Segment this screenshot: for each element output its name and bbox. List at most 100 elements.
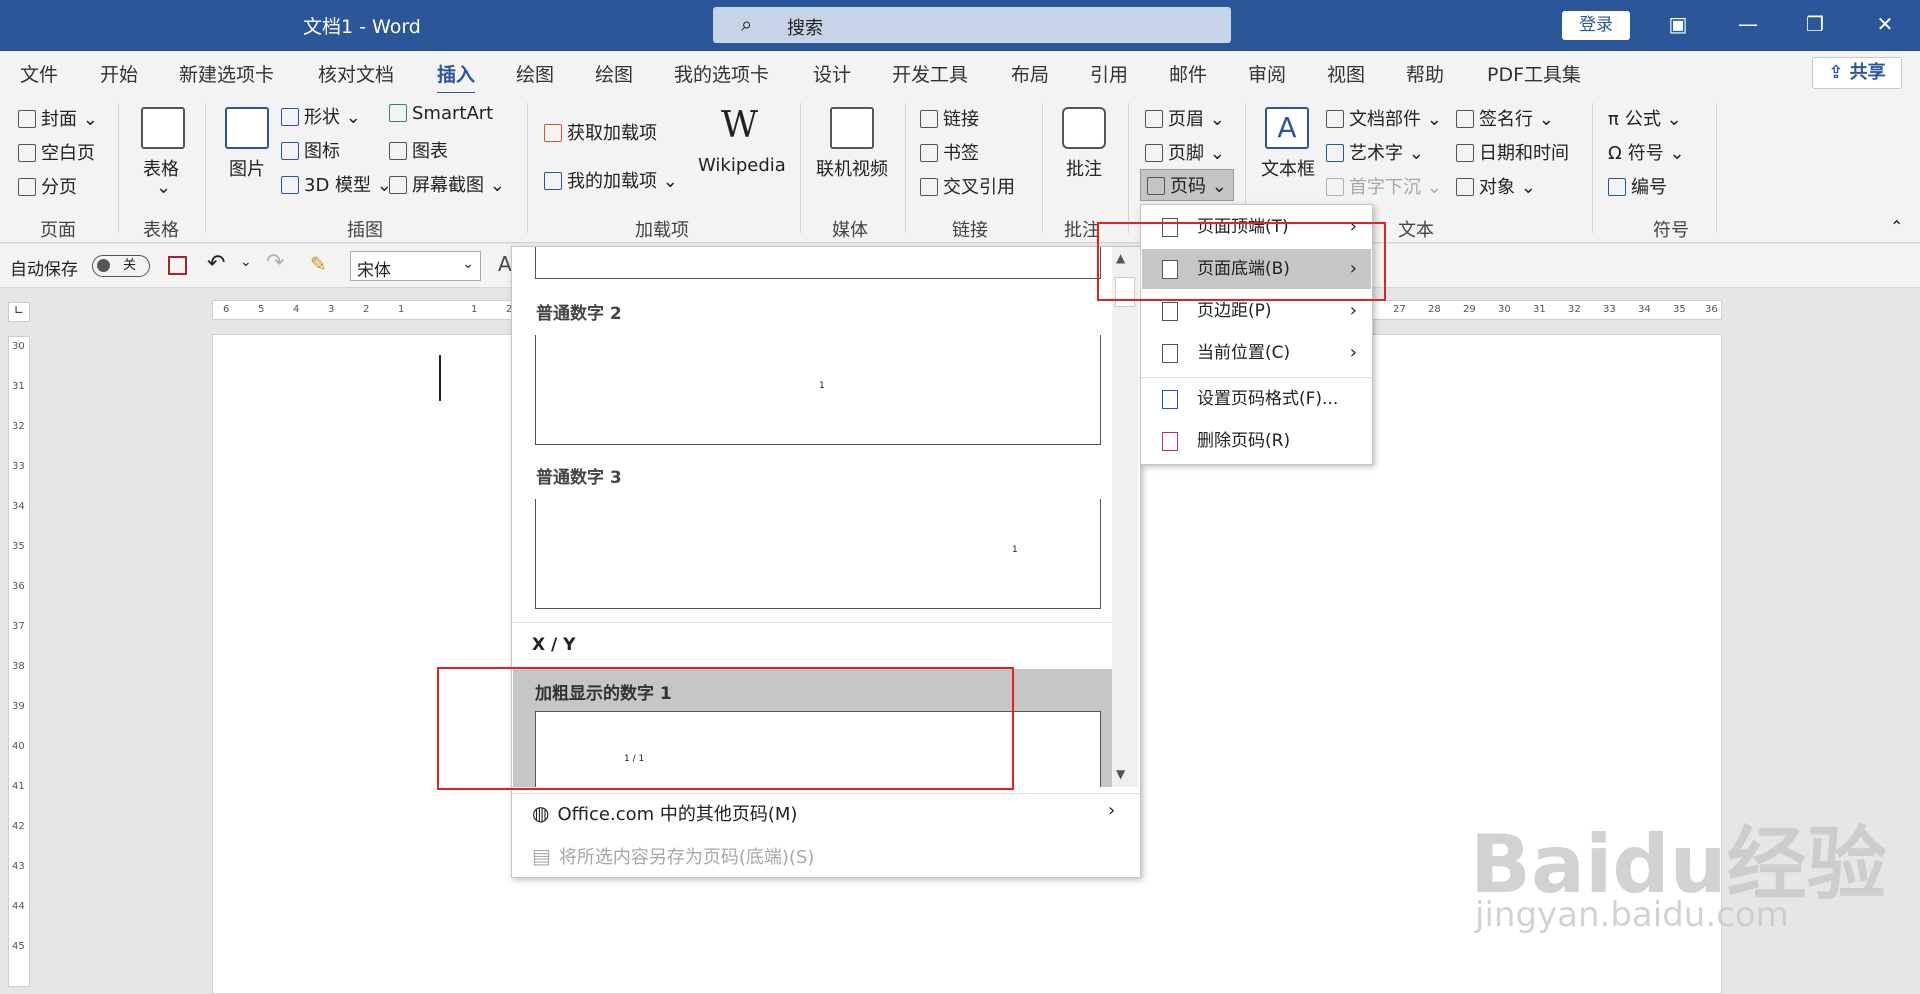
window-title: 文档1 - Word <box>303 16 421 38</box>
undo-icon[interactable]: ↶ <box>207 251 225 276</box>
menu-item-current-position[interactable]: 当前位置(C) › <box>1142 333 1371 373</box>
thumb-number: 1 <box>1012 545 1018 555</box>
collapse-ribbon-icon[interactable]: ⌃ <box>1890 217 1903 236</box>
comment-button[interactable]: 批注 <box>1066 155 1102 181</box>
minimize-icon[interactable]: — <box>1718 0 1778 51</box>
online-video-button[interactable]: 联机视频 <box>816 155 888 181</box>
textbox-button[interactable]: 文本框 <box>1261 155 1315 181</box>
gallery-scrollbar[interactable]: ▲ ▼ <box>1112 247 1138 787</box>
bookmark-icon <box>920 144 938 162</box>
ruler-number: 39 <box>12 701 25 712</box>
smartart-button[interactable]: SmartArt <box>389 103 493 124</box>
footer-button[interactable]: 页脚 ⌄ <box>1145 139 1225 165</box>
ribbon-display-options-icon[interactable]: ▣ <box>1648 0 1708 51</box>
ruler-number: 44 <box>12 901 25 912</box>
ruler-number: 35 <box>12 541 25 552</box>
autosave-toggle[interactable]: 关 <box>92 255 150 277</box>
tab-home[interactable]: 开始 <box>100 60 138 87</box>
format-painter-icon[interactable]: ✎ <box>310 252 327 276</box>
redo-icon[interactable]: ↷ <box>266 250 284 275</box>
remove-page-number-icon <box>1162 432 1178 451</box>
get-addins-button[interactable]: 获取加载项 <box>544 119 657 145</box>
shapes-button[interactable]: 形状 ⌄ <box>281 103 361 129</box>
signature-line-button[interactable]: 签名行 ⌄ <box>1456 105 1554 131</box>
ruler-number: 40 <box>12 741 25 752</box>
date-time-button[interactable]: 日期和时间 <box>1456 139 1569 165</box>
equation-button[interactable]: π 公式 ⌄ <box>1608 105 1682 131</box>
page-break-button[interactable]: 分页 <box>18 173 77 199</box>
tab-proofdoc[interactable]: 核对文档 <box>318 60 394 87</box>
tab-developer[interactable]: 开发工具 <box>892 60 968 87</box>
gallery-thumb-partial[interactable] <box>535 247 1101 279</box>
picture-button[interactable]: 图片 <box>229 155 265 181</box>
chart-button[interactable]: 图表 <box>389 137 448 163</box>
tab-stop-selector[interactable]: ∟ <box>8 302 30 322</box>
omega-icon: Ω <box>1608 143 1622 164</box>
tab-draw-1[interactable]: 绘图 <box>516 60 554 87</box>
page-number-button[interactable]: 页码 ⌄ <box>1140 169 1234 201</box>
save-icon[interactable] <box>168 256 187 275</box>
tab-file[interactable]: 文件 <box>20 60 58 87</box>
tab-layout[interactable]: 布局 <box>1011 60 1049 87</box>
header-button[interactable]: 页眉 ⌄ <box>1145 105 1225 131</box>
menu-item-format-page-numbers[interactable]: 设置页码格式(F)... <box>1142 379 1371 419</box>
font-name-value: 宋体 <box>357 261 391 281</box>
tab-design[interactable]: 设计 <box>813 60 851 87</box>
globe-icon: ◍ <box>532 801 550 825</box>
font-name-select[interactable]: 宋体 ⌄ <box>350 251 481 281</box>
tab-pdf[interactable]: PDF工具集 <box>1487 60 1581 87</box>
office-more-page-numbers[interactable]: ◍ Office.com 中的其他页码(M) <box>532 800 797 826</box>
tab-insert[interactable]: 插入 <box>437 60 476 95</box>
dropcap-label: 首字下沉 <box>1349 177 1421 198</box>
cross-reference-button[interactable]: 交叉引用 <box>920 173 1015 199</box>
object-button[interactable]: 对象 ⌄ <box>1456 173 1536 199</box>
tab-mytab[interactable]: 我的选项卡 <box>674 60 769 87</box>
wikipedia-button[interactable]: Wikipedia <box>698 155 786 176</box>
menu-label: 当前位置(C) <box>1197 343 1291 363</box>
equation-label: 公式 <box>1624 109 1661 130</box>
blank-page-button[interactable]: 空白页 <box>18 139 95 165</box>
tab-view[interactable]: 视图 <box>1327 60 1365 87</box>
save-label: 将所选内容另存为页码(底端)(S) <box>558 847 815 868</box>
share-button[interactable]: ⇪ 共享 <box>1812 57 1902 89</box>
ruler-number: 42 <box>12 821 25 832</box>
bookmark-button[interactable]: 书签 <box>920 139 979 165</box>
tab-help[interactable]: 帮助 <box>1406 60 1444 87</box>
share-icon: ⇪ <box>1828 62 1850 83</box>
3d-model-button[interactable]: 3D 模型 ⌄ <box>281 171 392 197</box>
gallery-thumb-plain-2[interactable]: 1 <box>535 335 1101 445</box>
tab-review[interactable]: 审阅 <box>1248 60 1286 87</box>
login-button[interactable]: 登录 <box>1562 11 1630 40</box>
blank-label: 空白页 <box>41 143 95 164</box>
close-icon[interactable]: ✕ <box>1855 0 1915 51</box>
highlight-box-bold-number <box>437 667 1014 790</box>
gallery-thumb-plain-3[interactable]: 1 <box>535 499 1101 609</box>
tab-draw-2[interactable]: 绘图 <box>595 60 633 87</box>
separator <box>800 103 801 233</box>
link-button[interactable]: 链接 <box>920 105 979 131</box>
restore-icon[interactable]: ❐ <box>1785 0 1845 51</box>
symbol-button[interactable]: Ω 符号 ⌄ <box>1608 139 1685 165</box>
tab-new[interactable]: 新建选项卡 <box>179 60 274 87</box>
icons-button[interactable]: 图标 <box>281 137 340 163</box>
menu-item-remove-page-numbers[interactable]: 删除页码(R) <box>1142 421 1371 461</box>
my-addins-button[interactable]: 我的加载项 ⌄ <box>544 167 678 193</box>
cover-page-button[interactable]: 封面 ⌄ <box>18 105 98 131</box>
chart-icon <box>389 142 407 160</box>
separator <box>1592 103 1593 233</box>
drop-cap-button[interactable]: 首字下沉 ⌄ <box>1326 173 1442 199</box>
font-color-icon[interactable]: A <box>498 252 512 276</box>
quick-parts-button[interactable]: 文档部件 ⌄ <box>1326 105 1442 131</box>
separator <box>205 103 206 233</box>
number-button[interactable]: 编号 <box>1608 173 1667 199</box>
wordart-button[interactable]: 艺术字 ⌄ <box>1326 139 1424 165</box>
scroll-down-icon[interactable]: ▼ <box>1116 767 1125 781</box>
tab-references[interactable]: 引用 <box>1090 60 1128 87</box>
screenshot-button[interactable]: 屏幕截图 ⌄ <box>389 171 505 197</box>
tab-mailings[interactable]: 邮件 <box>1169 60 1207 87</box>
drop-cap-icon <box>1326 178 1344 196</box>
undo-dropdown-icon[interactable]: ⌄ <box>240 254 252 270</box>
save-selection-as-page-number[interactable]: ▤ 将所选内容另存为页码(底端)(S) <box>532 843 814 869</box>
link-label: 链接 <box>943 109 979 130</box>
search-box[interactable]: ⌕ 搜索 <box>713 7 1231 43</box>
